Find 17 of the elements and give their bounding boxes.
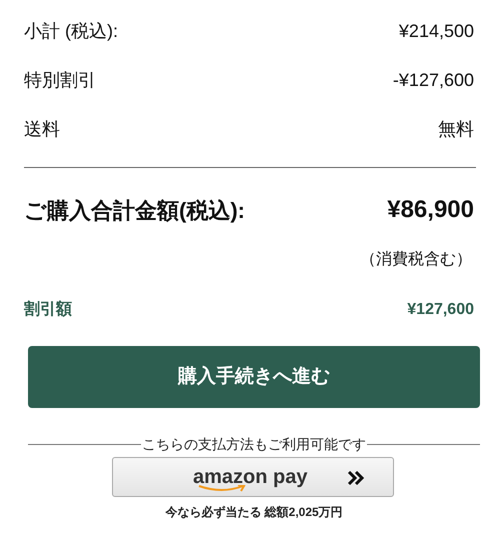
payment-options-heading: こちらの支払方法もご利用可能です <box>141 435 367 454</box>
tax-note: （消費税含む） <box>360 250 472 270</box>
checkout-button[interactable]: 購入手続きへ進む <box>28 346 480 408</box>
discount-label: 割引額 <box>24 299 72 320</box>
total-label: ご購入合計金額(税込): <box>24 196 245 225</box>
row-label: 送料 <box>24 118 60 141</box>
amazon-pay-button[interactable]: amazon pay <box>112 457 394 497</box>
promo-text: 今なら必ず当たる 総額2,025万円 <box>165 504 343 521</box>
smile-arrow-icon <box>197 485 247 493</box>
row-value: -¥127,600 <box>392 69 474 92</box>
row-value: 無料 <box>438 118 474 141</box>
discount-value: ¥127,600 <box>407 300 474 320</box>
total-value: ¥86,900 <box>387 195 474 225</box>
row-label: 小計 (税込): <box>24 20 118 43</box>
chevrons-icon <box>347 471 365 485</box>
row-value: ¥214,500 <box>398 20 474 43</box>
row-label: 特別割引 <box>24 69 96 92</box>
